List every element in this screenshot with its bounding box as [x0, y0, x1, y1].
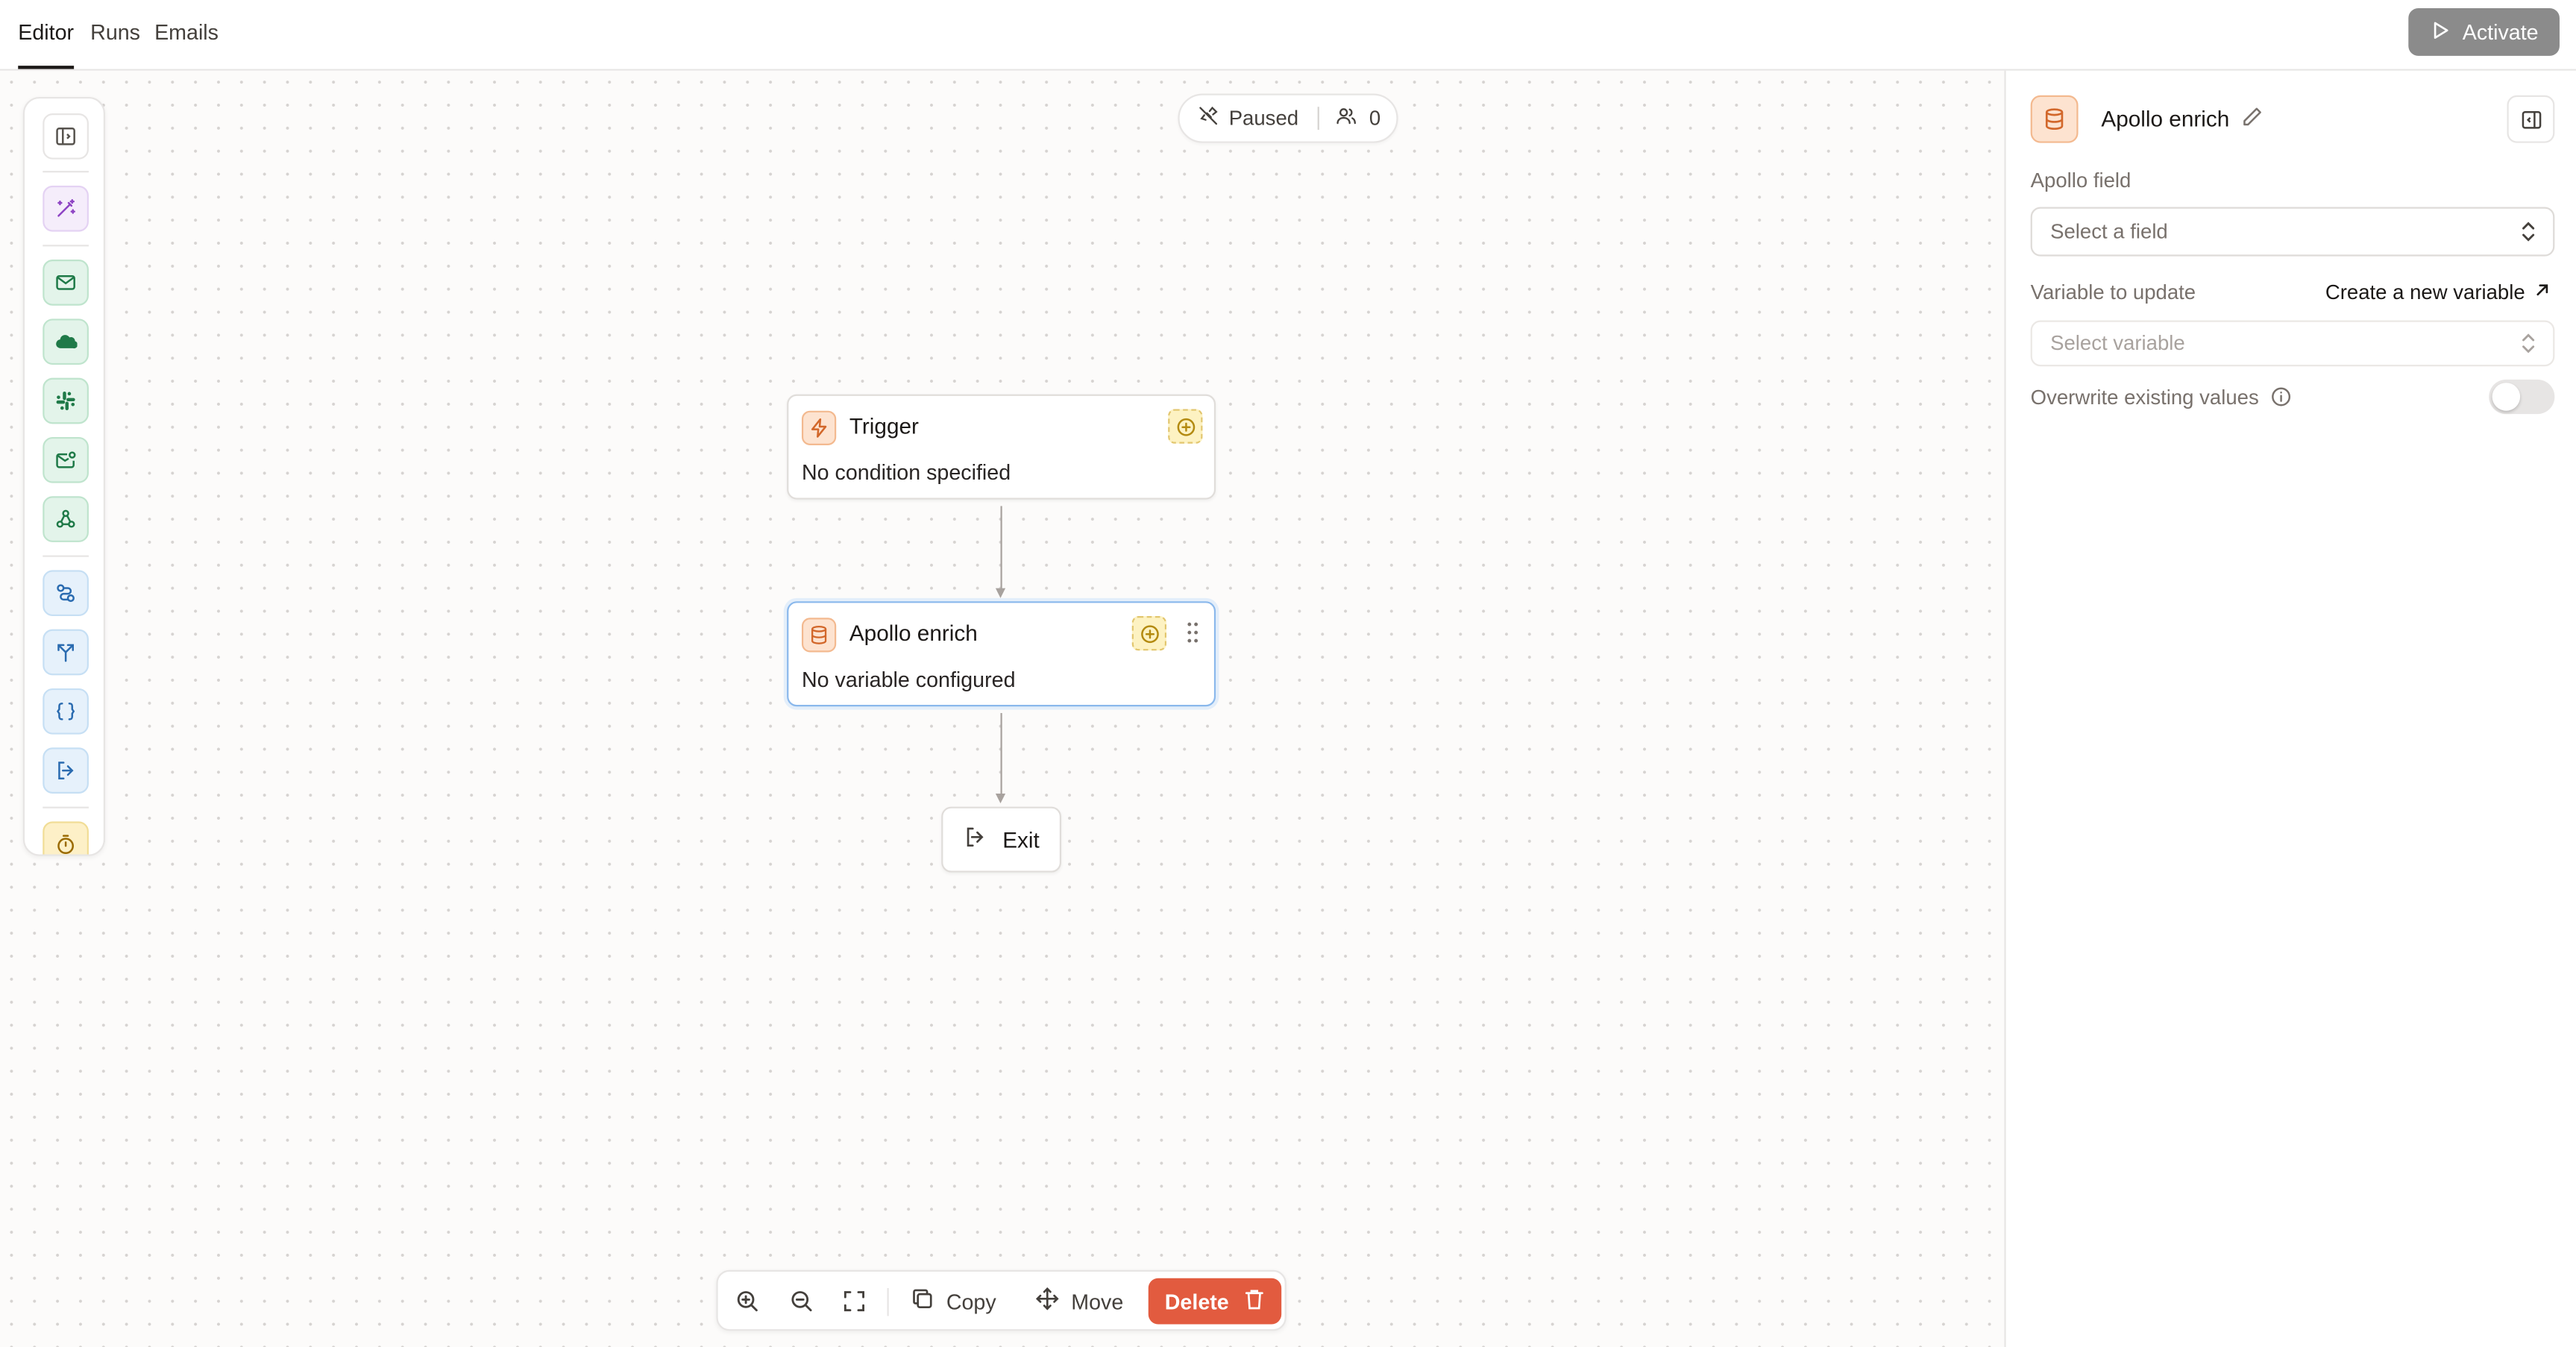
add-step-icon[interactable]	[1131, 616, 1166, 651]
database-icon	[801, 618, 837, 653]
trash-icon	[1244, 1287, 1266, 1315]
exit-label: Exit	[1002, 827, 1040, 853]
apollo-title: Apollo enrich	[849, 621, 978, 646]
toolbar-divider	[887, 1287, 889, 1316]
exit-node[interactable]: Exit	[941, 806, 1062, 873]
trigger-title: Trigger	[849, 414, 919, 439]
overwrite-label-row: Overwrite existing values	[2031, 386, 2292, 409]
drag-handle-icon[interactable]	[1184, 621, 1201, 653]
chevron-updown-icon	[2522, 333, 2535, 354]
panel-title: Apollo enrich	[2101, 107, 2230, 132]
toggle-knob	[2492, 383, 2521, 411]
create-variable-label: Create a new variable	[2325, 280, 2525, 304]
edit-pencil-icon[interactable]	[2241, 105, 2266, 130]
edge-line	[1000, 506, 1002, 590]
sidebar-toggle-icon[interactable]	[43, 113, 89, 160]
create-variable-link[interactable]: Create a new variable	[2325, 281, 2551, 304]
route-icon[interactable]	[43, 570, 89, 617]
edge-line	[1000, 713, 1002, 796]
email-icon[interactable]	[43, 260, 89, 306]
users-icon	[1336, 105, 1358, 131]
apollo-subtitle: No variable configured	[801, 667, 1016, 692]
salesforce-cloud-icon[interactable]	[43, 318, 89, 365]
lightning-icon	[801, 410, 837, 445]
overwrite-label: Overwrite existing values	[2030, 386, 2259, 409]
fit-view-icon[interactable]	[841, 1288, 867, 1314]
enrolled-count: 0	[1369, 107, 1381, 131]
overwrite-toggle[interactable]	[2489, 379, 2555, 415]
trigger-node[interactable]: Trigger No condition specified	[787, 394, 1216, 500]
exit-icon[interactable]	[43, 747, 89, 794]
zoom-in-icon[interactable]	[735, 1288, 761, 1314]
chevron-updown-icon	[2522, 222, 2535, 242]
variable-select[interactable]: Select variable	[2030, 320, 2555, 367]
apollo-enrich-node[interactable]: Apollo enrich No variable configured	[787, 601, 1216, 707]
move-button[interactable]: Move	[1035, 1287, 1124, 1316]
email-notify-icon[interactable]	[43, 436, 89, 483]
apollo-field-label: Apollo field	[2030, 169, 2132, 192]
split-icon[interactable]	[43, 629, 89, 676]
trigger-subtitle: No condition specified	[801, 459, 1011, 485]
node-toolbar	[22, 96, 105, 856]
magic-wand-icon[interactable]	[43, 185, 89, 232]
add-step-icon[interactable]	[1168, 409, 1203, 444]
tab-emails[interactable]: Emails	[154, 19, 219, 69]
delete-label: Delete	[1164, 1289, 1229, 1314]
variable-placeholder: Select variable	[2050, 331, 2185, 355]
copy-button[interactable]: Copy	[910, 1287, 996, 1316]
move-icon	[1035, 1287, 1060, 1316]
top-bar: Editor Runs Emails Activate	[0, 0, 2576, 71]
properties-panel: Apollo enrich Apollo field Select a fiel…	[2004, 70, 2576, 1347]
copy-icon	[910, 1287, 934, 1316]
database-icon	[2030, 95, 2079, 143]
paused-icon	[1198, 105, 1219, 131]
close-panel-icon[interactable]	[2507, 95, 2555, 143]
timer-icon[interactable]	[43, 821, 89, 855]
delete-button[interactable]: Delete	[1148, 1278, 1282, 1325]
activate-label: Activate	[2462, 19, 2539, 45]
workflow-canvas[interactable]: Paused 0 Trigger No condition specified	[0, 70, 2005, 1347]
edge-arrow	[995, 793, 1006, 804]
activate-button[interactable]: Activate	[2408, 8, 2560, 56]
copy-label: Copy	[946, 1289, 996, 1314]
slack-icon[interactable]	[43, 377, 89, 424]
zoom-out-icon[interactable]	[788, 1288, 814, 1314]
play-icon	[2430, 19, 2451, 45]
variable-label: Variable to update	[2030, 280, 2196, 304]
webhook-icon[interactable]	[43, 496, 89, 542]
edge-arrow	[995, 588, 1006, 598]
move-label: Move	[1071, 1289, 1124, 1314]
status-divider	[1318, 107, 1320, 131]
status-pill[interactable]: Paused 0	[1178, 93, 1398, 143]
tab-editor[interactable]: Editor	[18, 19, 75, 69]
code-braces-icon[interactable]	[43, 688, 89, 735]
tab-runs[interactable]: Runs	[90, 19, 140, 69]
external-arrow-icon	[2533, 281, 2551, 304]
apollo-field-placeholder: Select a field	[2050, 220, 2168, 244]
apollo-field-select[interactable]: Select a field	[2030, 207, 2555, 257]
status-label: Paused	[1228, 107, 1299, 131]
exit-icon	[963, 825, 987, 855]
info-icon[interactable]	[2270, 386, 2292, 408]
canvas-controls: Copy Move Delete	[716, 1269, 1287, 1331]
